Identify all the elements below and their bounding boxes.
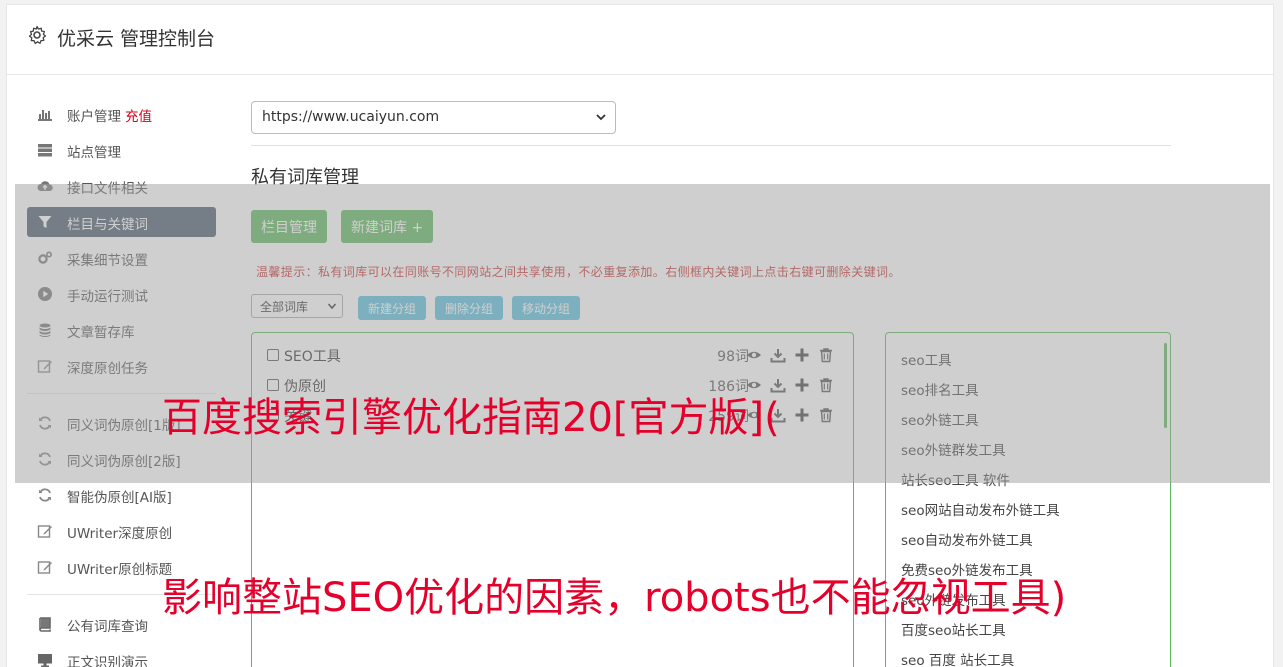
site-select[interactable]: https://www.ucaiyun.com [251, 101, 616, 134]
keyword-item[interactable]: seo自动发布外链工具 [901, 529, 1033, 549]
sidebar-item-label: 公有词库查询 [67, 619, 148, 635]
monitor-icon [38, 654, 52, 667]
sidebar-item-label: 账户管理 [67, 109, 121, 125]
chevron-down-icon [596, 114, 606, 121]
server-icon [38, 144, 52, 157]
edit-icon [37, 525, 52, 538]
sidebar-item-ai-rewrite[interactable]: 智能伪原创[AI版] [27, 480, 216, 510]
header: 优采云 管理控制台 [7, 5, 1273, 75]
bar-chart-icon [38, 110, 52, 121]
keyword-item[interactable]: seo网站自动发布外链工具 [901, 499, 1060, 519]
sidebar-item-sites[interactable]: 站点管理 [27, 135, 216, 165]
sidebar-item-label: 正文识别演示 [67, 655, 148, 667]
sidebar-item-text-recognition[interactable]: 正文识别演示 [27, 645, 216, 667]
sidebar-item-label: 智能伪原创[AI版] [67, 490, 172, 506]
refresh-icon [39, 488, 51, 502]
sidebar-item-uwriter-deep[interactable]: UWriter深度原创 [27, 516, 216, 546]
sidebar-item-label: UWriter深度原创 [67, 526, 173, 542]
recharge-link[interactable]: 充值 [125, 109, 152, 125]
section-divider [251, 145, 1171, 146]
overlay-headline-line1: 百度搜索引擎优化指南20[官方版]( [162, 395, 780, 441]
gear-icon [28, 25, 47, 45]
sidebar-item-label: 站点管理 [67, 145, 121, 161]
site-select-value: https://www.ucaiyun.com [262, 109, 440, 125]
sidebar-item-label: UWriter原创标题 [67, 562, 173, 578]
keyword-item[interactable]: seo 百度 站长工具 [901, 649, 1014, 667]
overlay-headline-line2: 影响整站SEO优化的因素，robots也不能忽视工具) [162, 575, 1067, 621]
sidebar-item-account[interactable]: 账户管理 充值 [27, 99, 216, 129]
book-icon [39, 617, 51, 632]
edit-icon [37, 561, 52, 574]
console-title: 优采云 管理控制台 [57, 28, 216, 50]
